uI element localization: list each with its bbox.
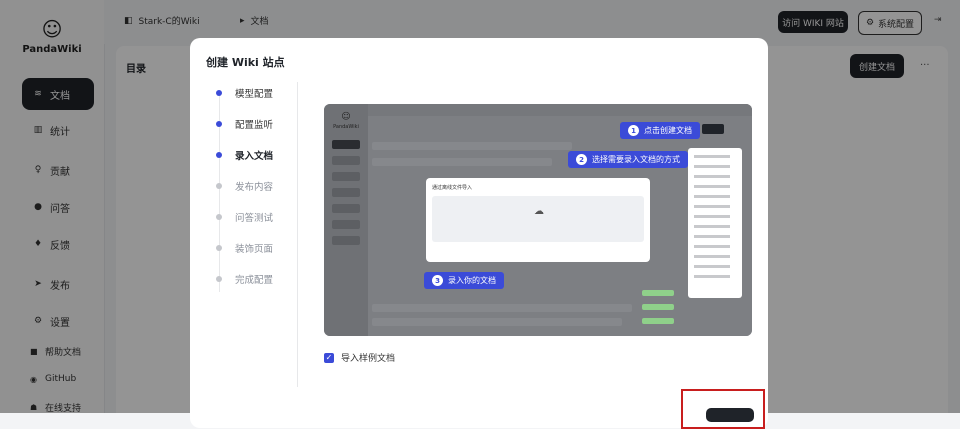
preview-nav-item [332,172,360,181]
step-qa-test: 问答测试 [216,210,273,224]
preview-dialog-title: 通过离线文件导入 [432,185,473,191]
preview-status-tag [642,304,674,310]
step-import-docs: 录入文档 [216,148,273,162]
preview-doc-row [372,142,572,150]
preview-dropzone: ☁ [432,196,644,242]
preview-nav-item [332,140,360,149]
modal-divider [297,82,298,387]
callout-text: 点击创建文档 [644,126,692,135]
preview-nav-item [332,220,360,229]
step-dot [216,276,222,282]
callout-text: 选择需要录入文档的方式 [592,155,680,164]
create-wiki-modal: 创建 Wiki 站点 模型配置 配置监听 录入文档 发布内容 问答测试 装饰页面 [190,38,768,428]
callout-step-3: 3 录入你的文档 [424,272,504,289]
preview-create-menu [688,148,742,298]
step-dot [216,90,222,96]
step-label: 模型配置 [235,89,274,100]
step-dot [216,214,222,220]
step-publish-content: 发布内容 [216,179,273,193]
step-model-config: 模型配置 [216,86,273,100]
callout-step-2: 2 选择需要录入文档的方式 [568,151,688,168]
step-decorate-page: 装饰页面 [216,241,273,255]
preview-topbar [368,104,752,116]
preview-logo-text: PandaWiki [333,124,359,130]
callout-number: 3 [432,275,443,286]
preview-nav-item [332,236,360,245]
step-listen-config: 配置监听 [216,117,273,131]
callout-number: 2 [576,154,587,165]
step-label: 问答测试 [235,213,274,224]
step-dot [216,245,222,251]
step-label: 发布内容 [235,182,274,193]
preview-nav-item [332,156,360,165]
step-label: 录入文档 [235,151,274,162]
import-sample-checkbox[interactable]: ✓ [324,352,334,363]
next-step-button[interactable] [706,408,754,422]
modal-title: 创建 Wiki 站点 [206,56,285,69]
preview-doc-row [372,318,622,326]
step-label: 装饰页面 [235,244,274,255]
preview-nav-item [332,188,360,197]
callout-number: 1 [628,125,639,136]
step-dot [216,183,222,189]
preview-nav-item [332,204,360,213]
preview-status-tag [642,290,674,296]
import-sample-docs-option[interactable]: ✓ 导入样例文档 [324,351,395,364]
callout-step-1: 1 点击创建文档 [620,122,700,139]
preview-doc-row [372,304,632,312]
preview-create-button [702,124,724,134]
step-dot [216,152,222,158]
preview-import-dialog: 通过离线文件导入 ☁ [426,178,650,262]
step-finish-config: 完成配置 [216,272,273,286]
preview-status-tag [642,318,674,324]
step-label: 完成配置 [235,275,274,286]
step-label: 配置监听 [235,120,274,131]
preview-doc-row [372,158,552,166]
tutorial-preview-image: ☺ PandaWiki 通过离线文件导入 ☁ 1 点击创建文档 2 选择需要录入… [324,104,752,336]
step-dot [216,121,222,127]
preview-logo-icon: ☺ PandaWiki [333,112,359,130]
callout-text: 录入你的文档 [448,276,496,285]
upload-cloud-icon: ☁ [534,206,544,217]
import-sample-label: 导入样例文档 [341,354,396,364]
